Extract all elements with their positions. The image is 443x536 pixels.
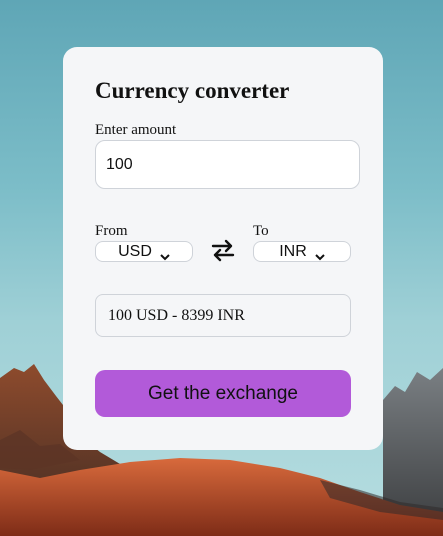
amount-input[interactable] (95, 140, 360, 189)
to-currency-select[interactable]: INR (253, 241, 351, 262)
page-title: Currency converter (95, 78, 290, 103)
from-label: From (95, 223, 128, 239)
to-currency-value: INR (279, 242, 307, 260)
get-exchange-button[interactable]: Get the exchange (95, 370, 351, 417)
swap-arrows-icon[interactable] (210, 237, 236, 263)
from-currency-select[interactable]: USD (95, 241, 193, 262)
converter-card: Currency converter Enter amount From USD… (63, 47, 383, 450)
from-currency-value: USD (118, 242, 152, 260)
exchange-result: 100 USD - 8399 INR (95, 294, 351, 337)
amount-label: Enter amount (95, 122, 177, 138)
chevron-down-icon (160, 248, 170, 260)
chevron-down-icon (315, 248, 325, 260)
to-label: To (253, 223, 269, 239)
